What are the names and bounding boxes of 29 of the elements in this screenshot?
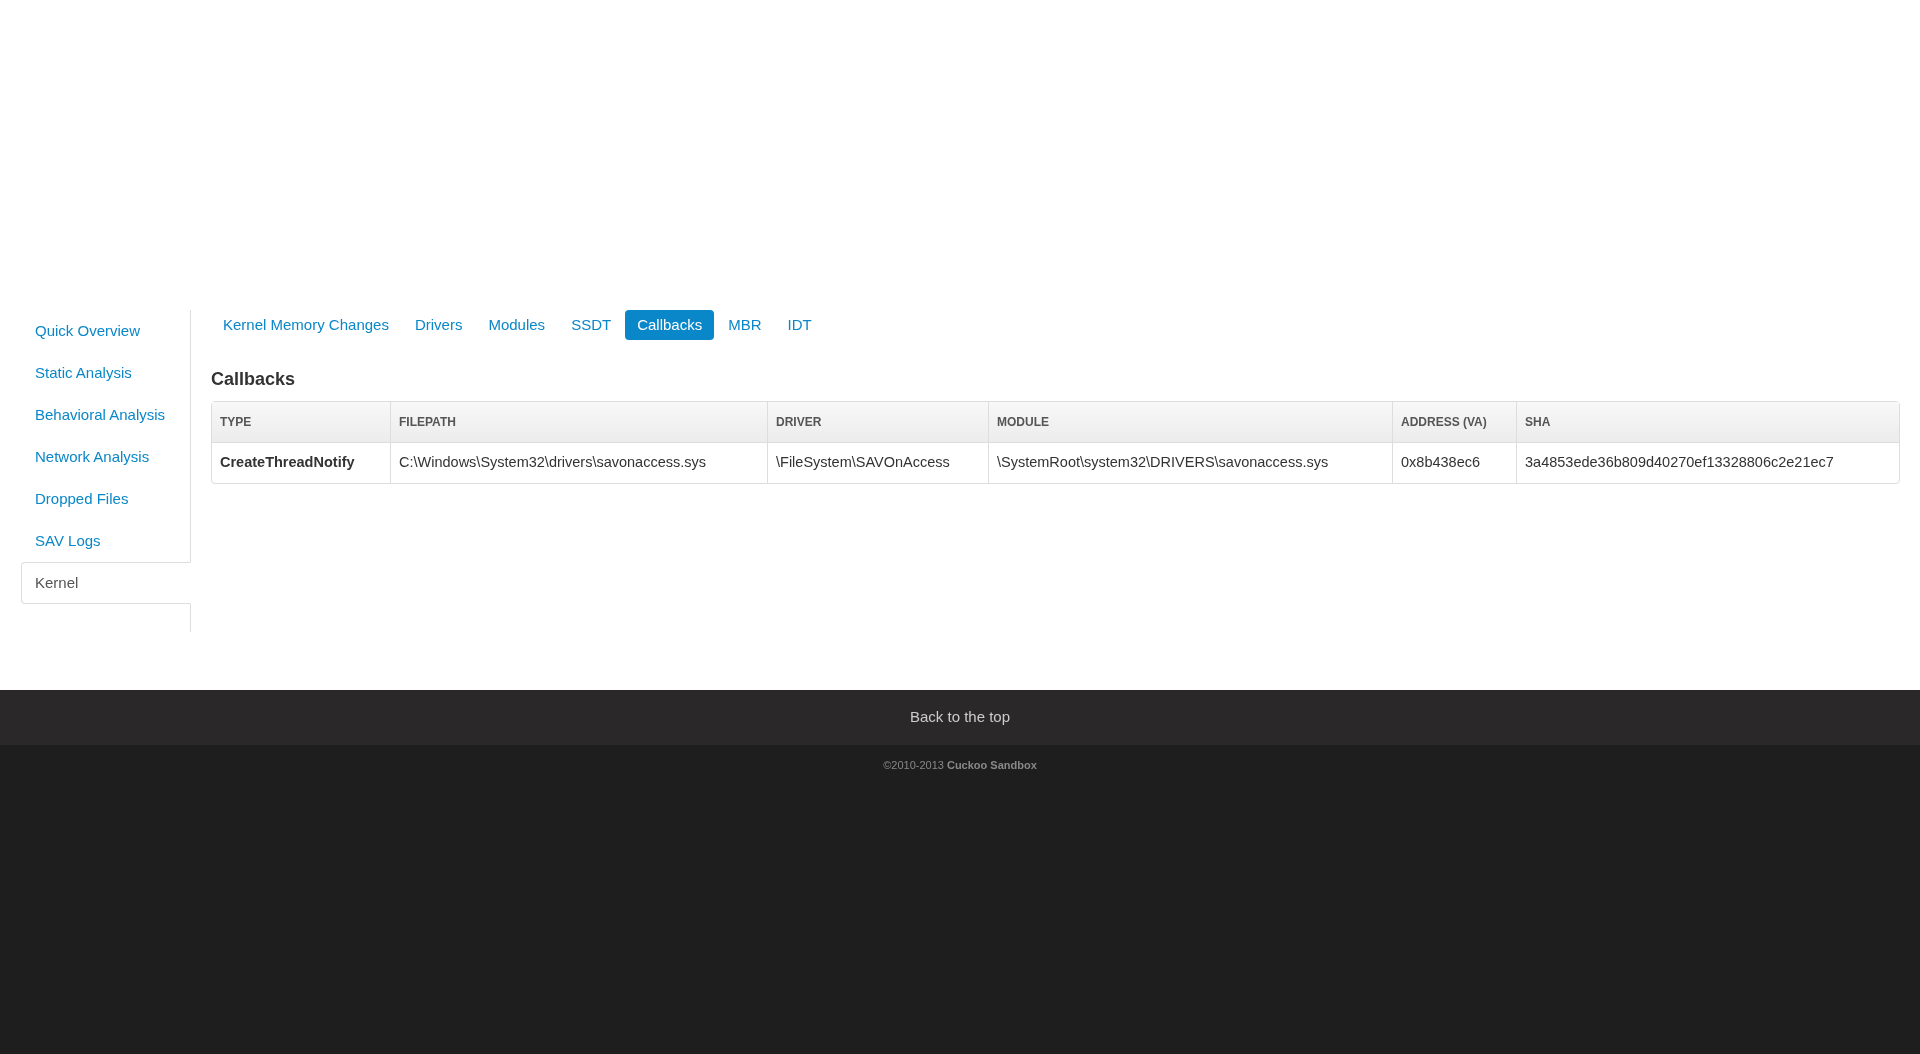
back-to-top-link[interactable]: Back to the top — [909, 706, 1011, 729]
sidebar-item[interactable]: Network Analysis — [21, 436, 191, 478]
section-title: Callbacks — [211, 368, 297, 391]
column-header: TYPE — [212, 402, 390, 443]
table-cell: C:\Windows\System32\drivers\savonaccess.sys — [390, 443, 767, 483]
sidebar-item[interactable]: Dropped Files — [21, 478, 191, 520]
column-header: MODULE — [988, 402, 1392, 443]
column-header: FILEPATH — [390, 402, 767, 443]
tab[interactable]: Modules — [476, 310, 558, 340]
tab[interactable]: Callbacks — [625, 310, 715, 340]
sidebar-item[interactable]: Static Analysis — [21, 352, 191, 394]
tab[interactable]: MBR — [716, 310, 774, 340]
sidebar-item[interactable]: Behavioral Analysis — [21, 394, 191, 436]
table-cell-text: CreateThreadNotify — [219, 453, 356, 472]
tab[interactable]: Drivers — [402, 310, 475, 340]
copyright-text: ©2010-2013 Cuckoo Sandbox — [883, 758, 1037, 773]
sidebar-item[interactable]: Quick Overview — [21, 310, 191, 352]
table-cell: 3a4853ede36b809d40270ef13328806c2e21ec7 — [1516, 443, 1899, 483]
table-cell: 0x8b438ec6 — [1392, 443, 1516, 483]
table-cell: \FileSystem\SAVOnAccess — [767, 443, 988, 483]
tab[interactable]: SSDT — [559, 310, 624, 340]
tab[interactable]: Kernel Memory Changes — [211, 310, 401, 340]
column-header: SHA — [1516, 402, 1899, 443]
sidebar-item[interactable]: SAV Logs — [21, 520, 191, 562]
column-header: ADDRESS (VA) — [1392, 402, 1516, 443]
sidebar-item[interactable]: Kernel — [21, 562, 191, 604]
column-header: DRIVER — [767, 402, 988, 443]
tab[interactable]: IDT — [775, 310, 824, 340]
table-cell: \SystemRoot\system32\DRIVERS\savonaccess.sys — [988, 443, 1392, 483]
